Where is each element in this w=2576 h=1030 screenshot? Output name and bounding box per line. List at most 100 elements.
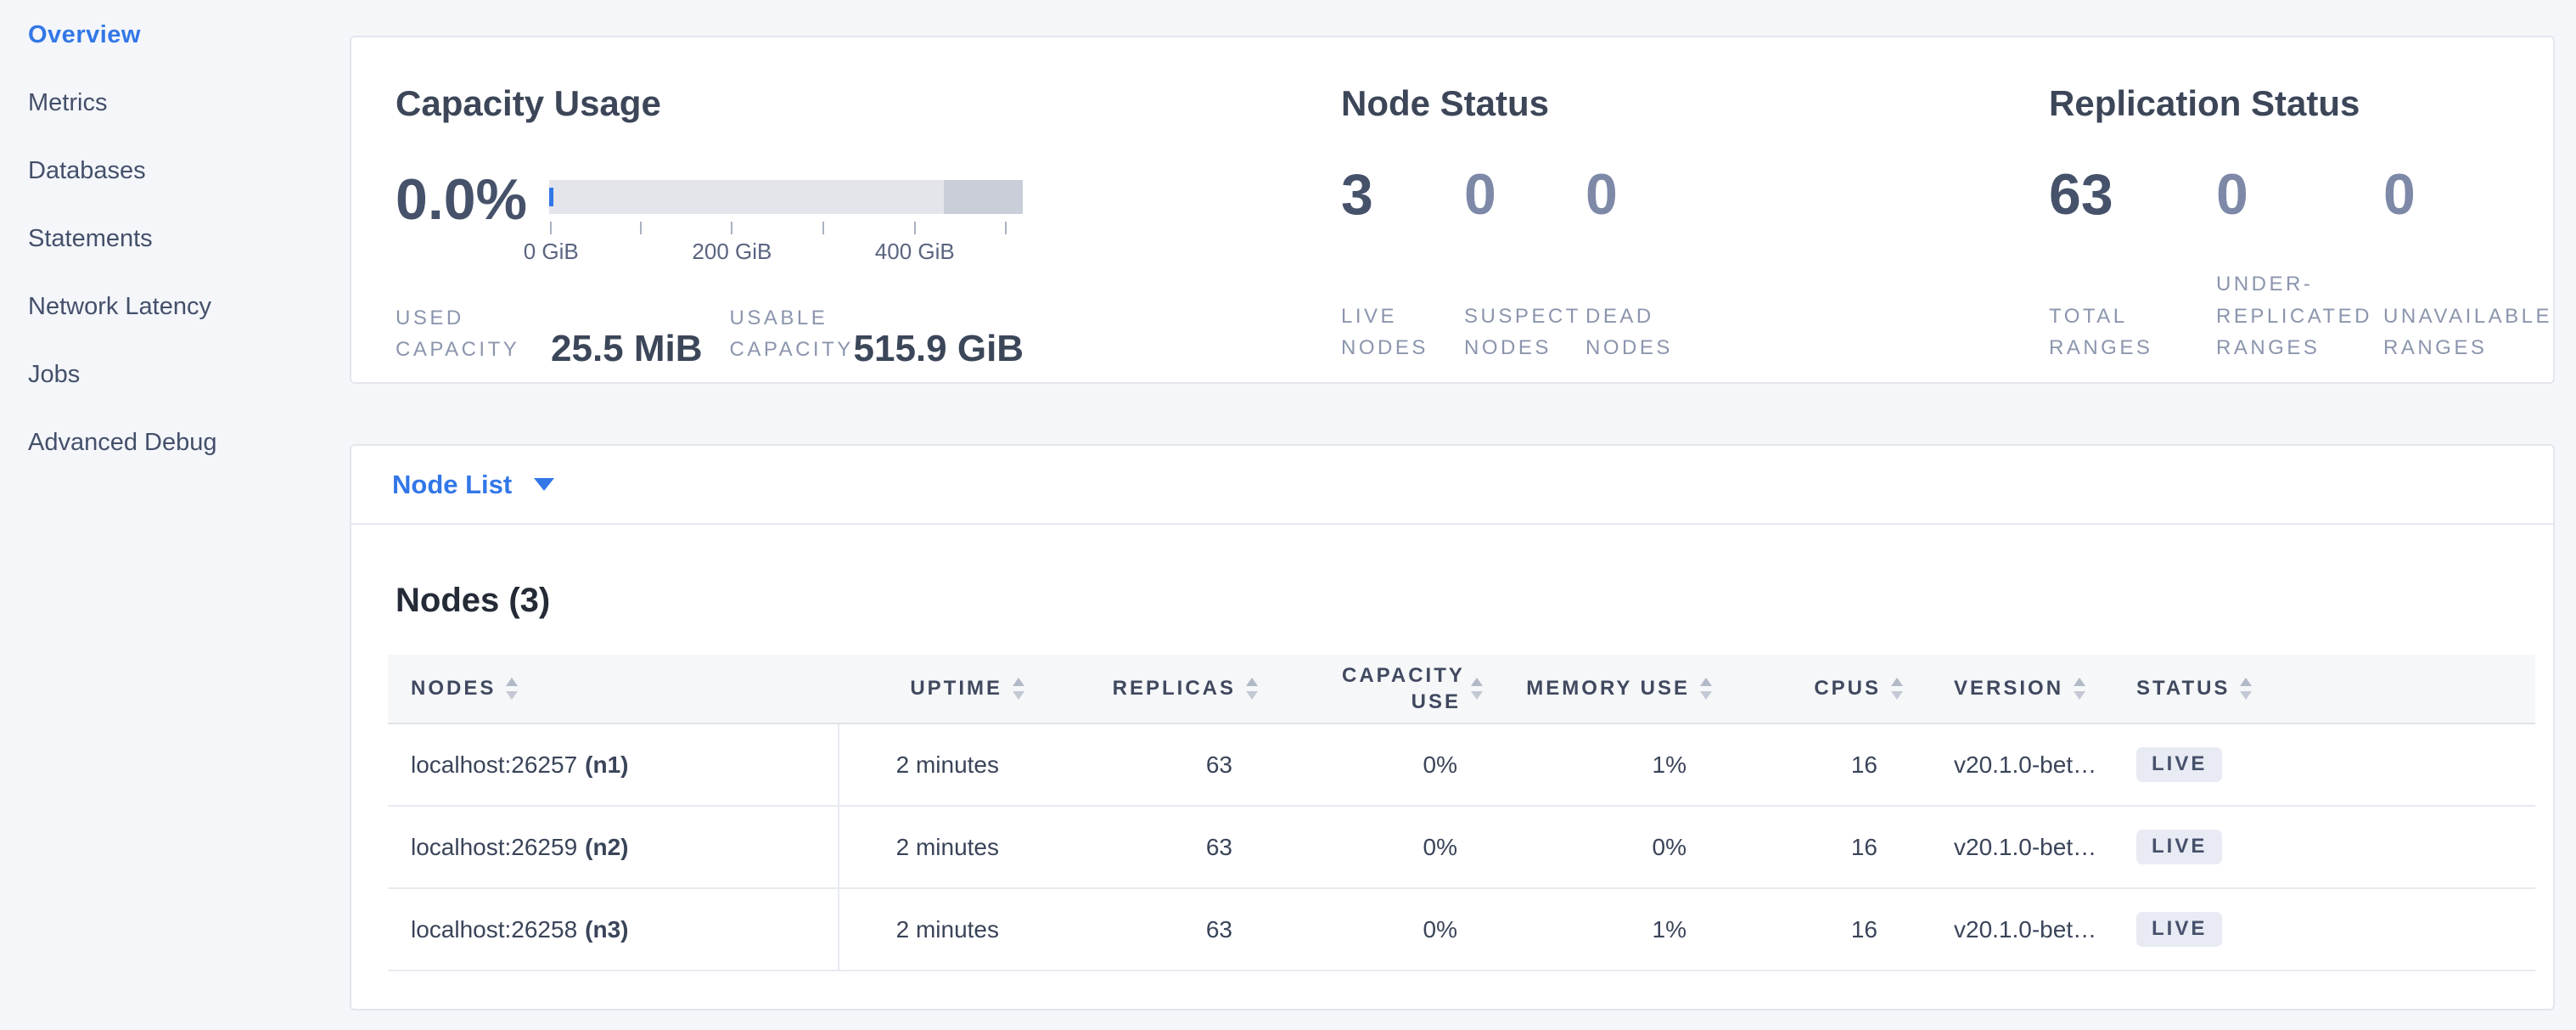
uptime-cell: 2 minutes (838, 724, 1033, 805)
status-badge: LIVE (2136, 830, 2222, 864)
caret-down-icon (534, 478, 554, 491)
table-row-node-2[interactable]: localhost:26259 (n2) 2 minutes 63 0% 0% … (388, 807, 2535, 889)
replication-stats: 63 TOTAL RANGES 0 UNDER-REPLICATED RANGE… (2049, 165, 2557, 363)
node-status-title: Node Status (1341, 83, 1549, 124)
column-header-label: NODES (411, 677, 496, 701)
unavailable-ranges-value: 0 (2383, 165, 2557, 225)
axis-tick (640, 222, 642, 234)
replicas-cell: 63 (1033, 889, 1266, 970)
cluster-overview-page: Overview Metrics Databases Statements Ne… (0, 0, 2576, 1030)
axis-tick (550, 222, 552, 234)
sort-icon (506, 678, 518, 700)
sidebar-item-network-latency[interactable]: Network Latency (28, 273, 334, 341)
column-header-memory-use[interactable]: MEMORY USE (1491, 677, 1720, 701)
capacity-axis-ticks (549, 222, 1023, 235)
memory-use-cell: 1% (1491, 724, 1720, 805)
node-list-card: Node List Nodes (3) NODES UPTIME REPLICA… (350, 444, 2555, 1010)
under-replicated-ranges-stat: 0 UNDER-REPLICATED RANGES (2216, 165, 2383, 363)
column-header-capacity-use[interactable]: CAPACITY USE (1266, 662, 1491, 715)
memory-use-cell: 1% (1491, 889, 1720, 970)
uptime-cell: 2 minutes (838, 807, 1033, 887)
status-badge: LIVE (2136, 912, 2222, 946)
column-header-label: REPLICAS (1113, 677, 1236, 701)
capacity-bar-chart: 0 GiB 200 GiB 400 GiB (549, 180, 1023, 267)
sidebar-item-databases[interactable]: Databases (28, 137, 334, 205)
node-address-cell[interactable]: localhost:26257 (n1) (388, 724, 838, 805)
replication-status-title: Replication Status (2049, 83, 2360, 124)
column-header-version[interactable]: VERSION (1911, 677, 2132, 701)
table-row-node-3[interactable]: localhost:26258 (n3) 2 minutes 63 0% 1% … (388, 889, 2535, 971)
dead-nodes-label: DEAD NODES (1585, 301, 1721, 363)
capacity-use-cell: 0% (1266, 807, 1491, 887)
usable-capacity-label: USABLE CAPACITY (730, 302, 844, 365)
node-list-selector[interactable]: Node List (351, 446, 2553, 525)
axis-tick (914, 222, 916, 234)
total-ranges-stat: 63 TOTAL RANGES (2049, 165, 2216, 363)
capacity-use-cell: 0% (1266, 724, 1491, 805)
sort-icon (1471, 678, 1483, 700)
sort-icon (1700, 678, 1712, 700)
column-header-replicas[interactable]: REPLICAS (1033, 677, 1266, 701)
total-ranges-label: TOTAL RANGES (2049, 301, 2197, 363)
axis-tick (1005, 222, 1007, 234)
column-header-uptime[interactable]: UPTIME (838, 677, 1033, 701)
capacity-stats-row: USED CAPACITY 25.5 MiB USABLE CAPACITY 5… (396, 302, 1024, 365)
node-host: localhost:26258 (411, 916, 577, 943)
uptime-cell: 2 minutes (838, 889, 1033, 970)
live-nodes-value: 3 (1341, 165, 1464, 225)
version-cell: v20.1.0-bet… (1911, 724, 2132, 805)
node-host: localhost:26257 (411, 751, 577, 779)
capacity-axis-labels: 0 GiB 200 GiB 400 GiB (549, 239, 1023, 267)
sidebar-item-statements[interactable]: Statements (28, 205, 334, 273)
column-header-cpus[interactable]: CPUS (1720, 677, 1911, 701)
sort-icon (2240, 678, 2252, 700)
version-cell: v20.1.0-bet… (1911, 807, 2132, 887)
axis-label: 0 GiB (524, 239, 579, 265)
column-header-label: UPTIME (910, 677, 1002, 701)
capacity-bar (549, 180, 1023, 214)
capacity-use-cell: 0% (1266, 889, 1491, 970)
column-header-label: STATUS (2136, 677, 2230, 701)
node-id: (n1) (585, 751, 628, 779)
sort-icon (1013, 678, 1024, 700)
status-cell: LIVE (2132, 807, 2535, 887)
sidebar-nav: Overview Metrics Databases Statements Ne… (28, 1, 334, 476)
live-nodes-label: LIVE NODES (1341, 301, 1464, 363)
under-replicated-ranges-label: UNDER-REPLICATED RANGES (2216, 268, 2383, 363)
total-ranges-value: 63 (2049, 165, 2216, 225)
node-address-cell[interactable]: localhost:26259 (n2) (388, 807, 838, 887)
sort-icon (2074, 678, 2085, 700)
column-header-status[interactable]: STATUS (2132, 677, 2535, 701)
suspect-nodes-value: 0 (1464, 165, 1585, 225)
node-host: localhost:26259 (411, 834, 577, 861)
version-cell: v20.1.0-bet… (1911, 889, 2132, 970)
axis-label: 400 GiB (875, 239, 955, 265)
node-status-stats: 3 LIVE NODES 0 SUSPECT NODES 0 DEAD NODE… (1341, 165, 1721, 363)
replicas-cell: 63 (1033, 724, 1266, 805)
node-id: (n2) (585, 834, 628, 861)
nodes-count-heading: Nodes (3) (396, 582, 550, 620)
sidebar-item-jobs[interactable]: Jobs (28, 341, 334, 408)
live-nodes-stat: 3 LIVE NODES (1341, 165, 1464, 363)
column-header-nodes[interactable]: NODES (388, 677, 838, 701)
cpus-cell: 16 (1720, 724, 1911, 805)
usable-capacity-value: 515.9 GiB (854, 330, 1024, 368)
table-row-node-1[interactable]: localhost:26257 (n1) 2 minutes 63 0% 1% … (388, 724, 2535, 807)
sidebar-item-advanced-debug[interactable]: Advanced Debug (28, 408, 334, 476)
cluster-summary-card: Capacity Usage 0.0% 0 GiB 200 GiB 400 Gi… (350, 36, 2555, 384)
sidebar-item-metrics[interactable]: Metrics (28, 69, 334, 137)
node-list-selector-label: Node List (392, 470, 512, 500)
dead-nodes-value: 0 (1585, 165, 1721, 225)
nodes-table: NODES UPTIME REPLICAS CAPACITY USE MEMOR… (388, 655, 2535, 971)
sidebar-item-overview[interactable]: Overview (28, 1, 334, 69)
node-address-cell[interactable]: localhost:26258 (n3) (388, 889, 838, 970)
dead-nodes-stat: 0 DEAD NODES (1585, 165, 1721, 363)
status-badge: LIVE (2136, 747, 2222, 781)
status-cell: LIVE (2132, 724, 2535, 805)
under-replicated-ranges-value: 0 (2216, 165, 2383, 225)
axis-label: 200 GiB (692, 239, 772, 265)
column-header-label: CPUS (1814, 677, 1881, 701)
sort-icon (1891, 678, 1903, 700)
capacity-used-percent: 0.0% (396, 166, 527, 233)
memory-use-cell: 0% (1491, 807, 1720, 887)
